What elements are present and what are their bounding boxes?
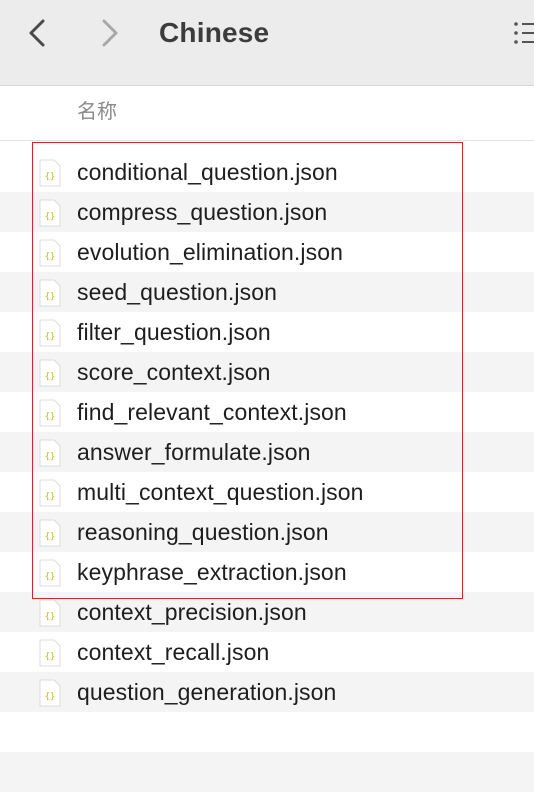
forward-button[interactable] xyxy=(92,15,128,51)
file-name: evolution_elimination.json xyxy=(77,239,343,265)
file-row[interactable]: {} seed_question.json xyxy=(0,272,534,312)
json-file-icon: {} xyxy=(39,359,61,387)
file-name: seed_question.json xyxy=(77,279,278,305)
file-row[interactable]: {} answer_formulate.json xyxy=(0,432,534,472)
json-file-icon: {} xyxy=(39,519,61,547)
svg-text:{}: {} xyxy=(45,252,56,262)
json-file-icon: {} xyxy=(39,599,61,627)
file-name: context_recall.json xyxy=(77,639,270,665)
chevron-right-icon xyxy=(102,19,118,47)
svg-text:{}: {} xyxy=(45,532,56,542)
svg-text:{}: {} xyxy=(45,172,56,182)
svg-text:{}: {} xyxy=(45,292,56,302)
json-file-icon: {} xyxy=(39,439,61,467)
file-name: compress_question.json xyxy=(77,199,328,225)
svg-text:{}: {} xyxy=(45,332,56,342)
window-title: Chinese xyxy=(159,17,270,48)
file-name: question_generation.json xyxy=(77,679,337,705)
file-row[interactable]: {} find_relevant_context.json xyxy=(0,392,534,432)
file-row[interactable]: {} context_precision.json xyxy=(0,592,534,632)
empty-row xyxy=(0,752,534,792)
svg-text:{}: {} xyxy=(45,372,56,382)
file-row[interactable]: {} reasoning_question.json xyxy=(0,512,534,552)
file-list: {} conditional_question.json {} compress… xyxy=(0,152,534,792)
file-row[interactable]: {} keyphrase_extraction.json xyxy=(0,552,534,592)
file-name: find_relevant_context.json xyxy=(77,399,347,425)
back-button[interactable] xyxy=(20,15,56,51)
column-header: 名称 xyxy=(0,86,534,141)
list-view-icon xyxy=(514,22,534,44)
json-file-icon: {} xyxy=(39,399,61,427)
window-toolbar: Chinese xyxy=(0,0,534,86)
json-file-icon: {} xyxy=(39,479,61,507)
file-name: reasoning_question.json xyxy=(77,519,329,545)
json-file-icon: {} xyxy=(39,639,61,667)
json-file-icon: {} xyxy=(39,199,61,227)
file-row[interactable]: {} evolution_elimination.json xyxy=(0,232,534,272)
json-file-icon: {} xyxy=(39,559,61,587)
file-row[interactable]: {} compress_question.json xyxy=(0,192,534,232)
chevron-left-icon xyxy=(29,19,45,47)
file-row[interactable]: {} context_recall.json xyxy=(0,632,534,672)
json-file-icon: {} xyxy=(39,159,61,187)
file-name: keyphrase_extraction.json xyxy=(77,559,347,585)
name-column-header[interactable]: 名称 xyxy=(77,99,117,125)
json-file-icon: {} xyxy=(39,679,61,707)
file-name: conditional_question.json xyxy=(77,159,338,185)
file-name: answer_formulate.json xyxy=(77,439,311,465)
file-row[interactable]: {} score_context.json xyxy=(0,352,534,392)
svg-text:{}: {} xyxy=(45,492,56,502)
svg-text:{}: {} xyxy=(45,452,56,462)
json-file-icon: {} xyxy=(39,239,61,267)
svg-text:{}: {} xyxy=(45,652,56,662)
svg-text:{}: {} xyxy=(45,692,56,702)
file-row[interactable]: {} filter_question.json xyxy=(0,312,534,352)
svg-text:{}: {} xyxy=(45,412,56,422)
json-file-icon: {} xyxy=(39,279,61,307)
svg-text:{}: {} xyxy=(45,212,56,222)
svg-text:{}: {} xyxy=(45,612,56,622)
file-name: multi_context_question.json xyxy=(77,479,364,505)
json-file-icon: {} xyxy=(39,319,61,347)
file-name: score_context.json xyxy=(77,359,271,385)
file-name: filter_question.json xyxy=(77,319,271,345)
view-toggle-button[interactable] xyxy=(512,18,534,48)
file-name: context_precision.json xyxy=(77,599,307,625)
file-row[interactable]: {} multi_context_question.json xyxy=(0,472,534,512)
file-row[interactable]: {} question_generation.json xyxy=(0,672,534,712)
empty-row xyxy=(0,712,534,752)
svg-text:{}: {} xyxy=(45,572,56,582)
file-row[interactable]: {} conditional_question.json xyxy=(0,152,534,192)
